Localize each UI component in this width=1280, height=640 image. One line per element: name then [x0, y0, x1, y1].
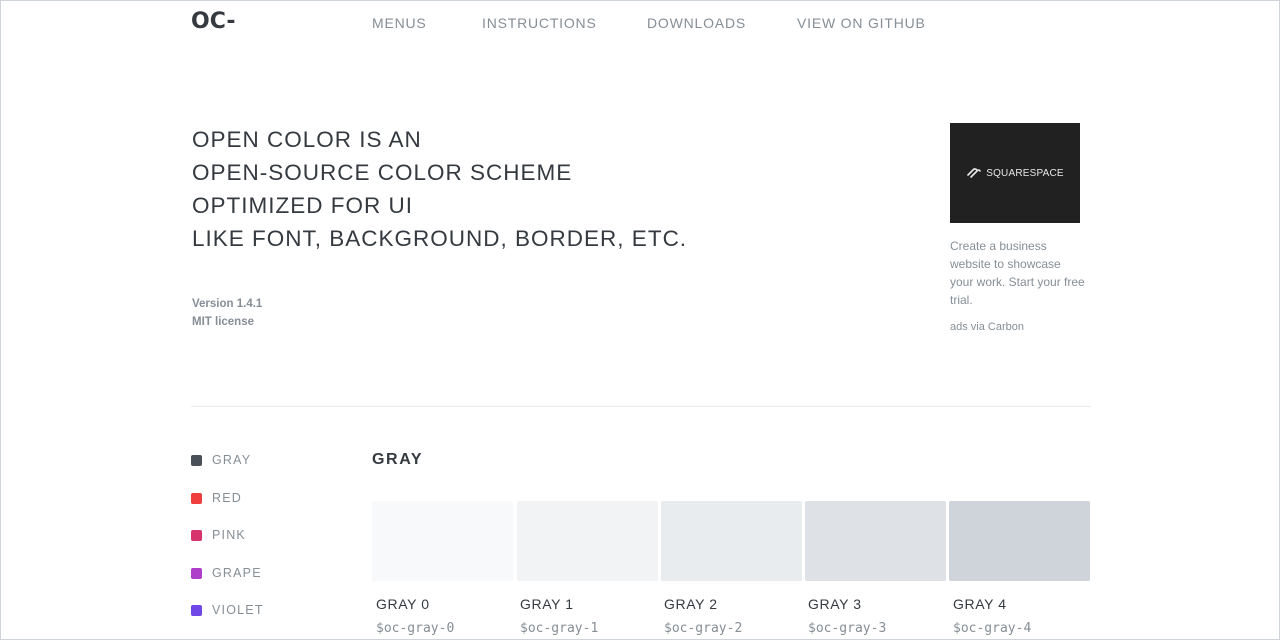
- sidebar-item-label: GRAPE: [212, 566, 262, 580]
- color-swatch-gray-0[interactable]: [372, 501, 513, 581]
- color-dot: [191, 529, 202, 541]
- nav-instructions[interactable]: INSTRUCTIONS: [482, 15, 597, 31]
- swatch-name: GRAY 3: [808, 596, 862, 612]
- sidebar-item-grape[interactable]: GRAPE: [191, 566, 262, 580]
- sidebar-item-pink[interactable]: PINK: [191, 528, 246, 542]
- version-text: Version 1.4.1: [192, 298, 263, 310]
- hero-line: OPEN-SOURCE COLOR SCHEME: [192, 160, 573, 185]
- section-title: GRAY: [372, 451, 424, 468]
- color-swatch-gray-3[interactable]: [805, 501, 946, 581]
- hero-line: LIKE FONT, BACKGROUND, BORDER, ETC.: [192, 226, 688, 251]
- sidebar-item-label: PINK: [212, 528, 246, 542]
- swatch-name: GRAY 2: [664, 596, 718, 612]
- sidebar-item-label: RED: [212, 491, 242, 505]
- swatch-name: GRAY 4: [953, 596, 1007, 612]
- divider: [191, 406, 1091, 407]
- swatch-variable: $oc-gray-2: [664, 621, 743, 636]
- sidebar-item-label: GRAY: [212, 453, 252, 467]
- nav-view-on-github[interactable]: VIEW ON GITHUB: [797, 15, 926, 31]
- swatch-variable: $oc-gray-4: [953, 621, 1032, 636]
- swatch-variable: $oc-gray-1: [520, 621, 599, 636]
- hero-line: OPEN COLOR IS AN: [192, 127, 422, 152]
- sidebar-item-red[interactable]: RED: [191, 491, 242, 505]
- color-dot: [191, 454, 202, 466]
- color-dot: [191, 604, 202, 616]
- ad-text[interactable]: Create a business website to showcase yo…: [950, 237, 1085, 309]
- swatch-name: GRAY 1: [520, 596, 574, 612]
- nav-downloads[interactable]: DOWNLOADS: [647, 15, 746, 31]
- swatch-variable: $oc-gray-3: [808, 621, 887, 636]
- nav-menus[interactable]: MENUS: [372, 15, 427, 31]
- hero-headline: OPEN COLOR IS AN OPEN-SOURCE COLOR SCHEM…: [192, 123, 687, 255]
- sidebar-item-violet[interactable]: VIOLET: [191, 603, 264, 617]
- swatch-variable: $oc-gray-0: [376, 621, 455, 636]
- color-dot: [191, 492, 202, 504]
- swatch-name: GRAY 0: [376, 596, 430, 612]
- ad-image[interactable]: SQUARESPACE: [950, 123, 1080, 223]
- logo[interactable]: OC-: [191, 9, 235, 34]
- color-dot: [191, 567, 202, 579]
- squarespace-icon: [967, 168, 982, 178]
- sidebar-item-label: VIOLET: [212, 603, 264, 617]
- color-swatch-gray-1[interactable]: [517, 501, 658, 581]
- color-swatch-gray-2[interactable]: [661, 501, 802, 581]
- version-info: Version 1.4.1 MIT license: [192, 295, 262, 331]
- sidebar-item-gray[interactable]: GRAY: [191, 453, 251, 467]
- ad-brand-text: SQUARESPACE: [986, 167, 1064, 179]
- hero-line: OPTIMIZED FOR UI: [192, 193, 413, 218]
- color-swatch-gray-4[interactable]: [949, 501, 1090, 581]
- ads-via-carbon[interactable]: ads via Carbon: [950, 321, 1024, 333]
- squarespace-logo: SQUARESPACE: [966, 167, 1064, 179]
- license-text: MIT license: [192, 316, 254, 328]
